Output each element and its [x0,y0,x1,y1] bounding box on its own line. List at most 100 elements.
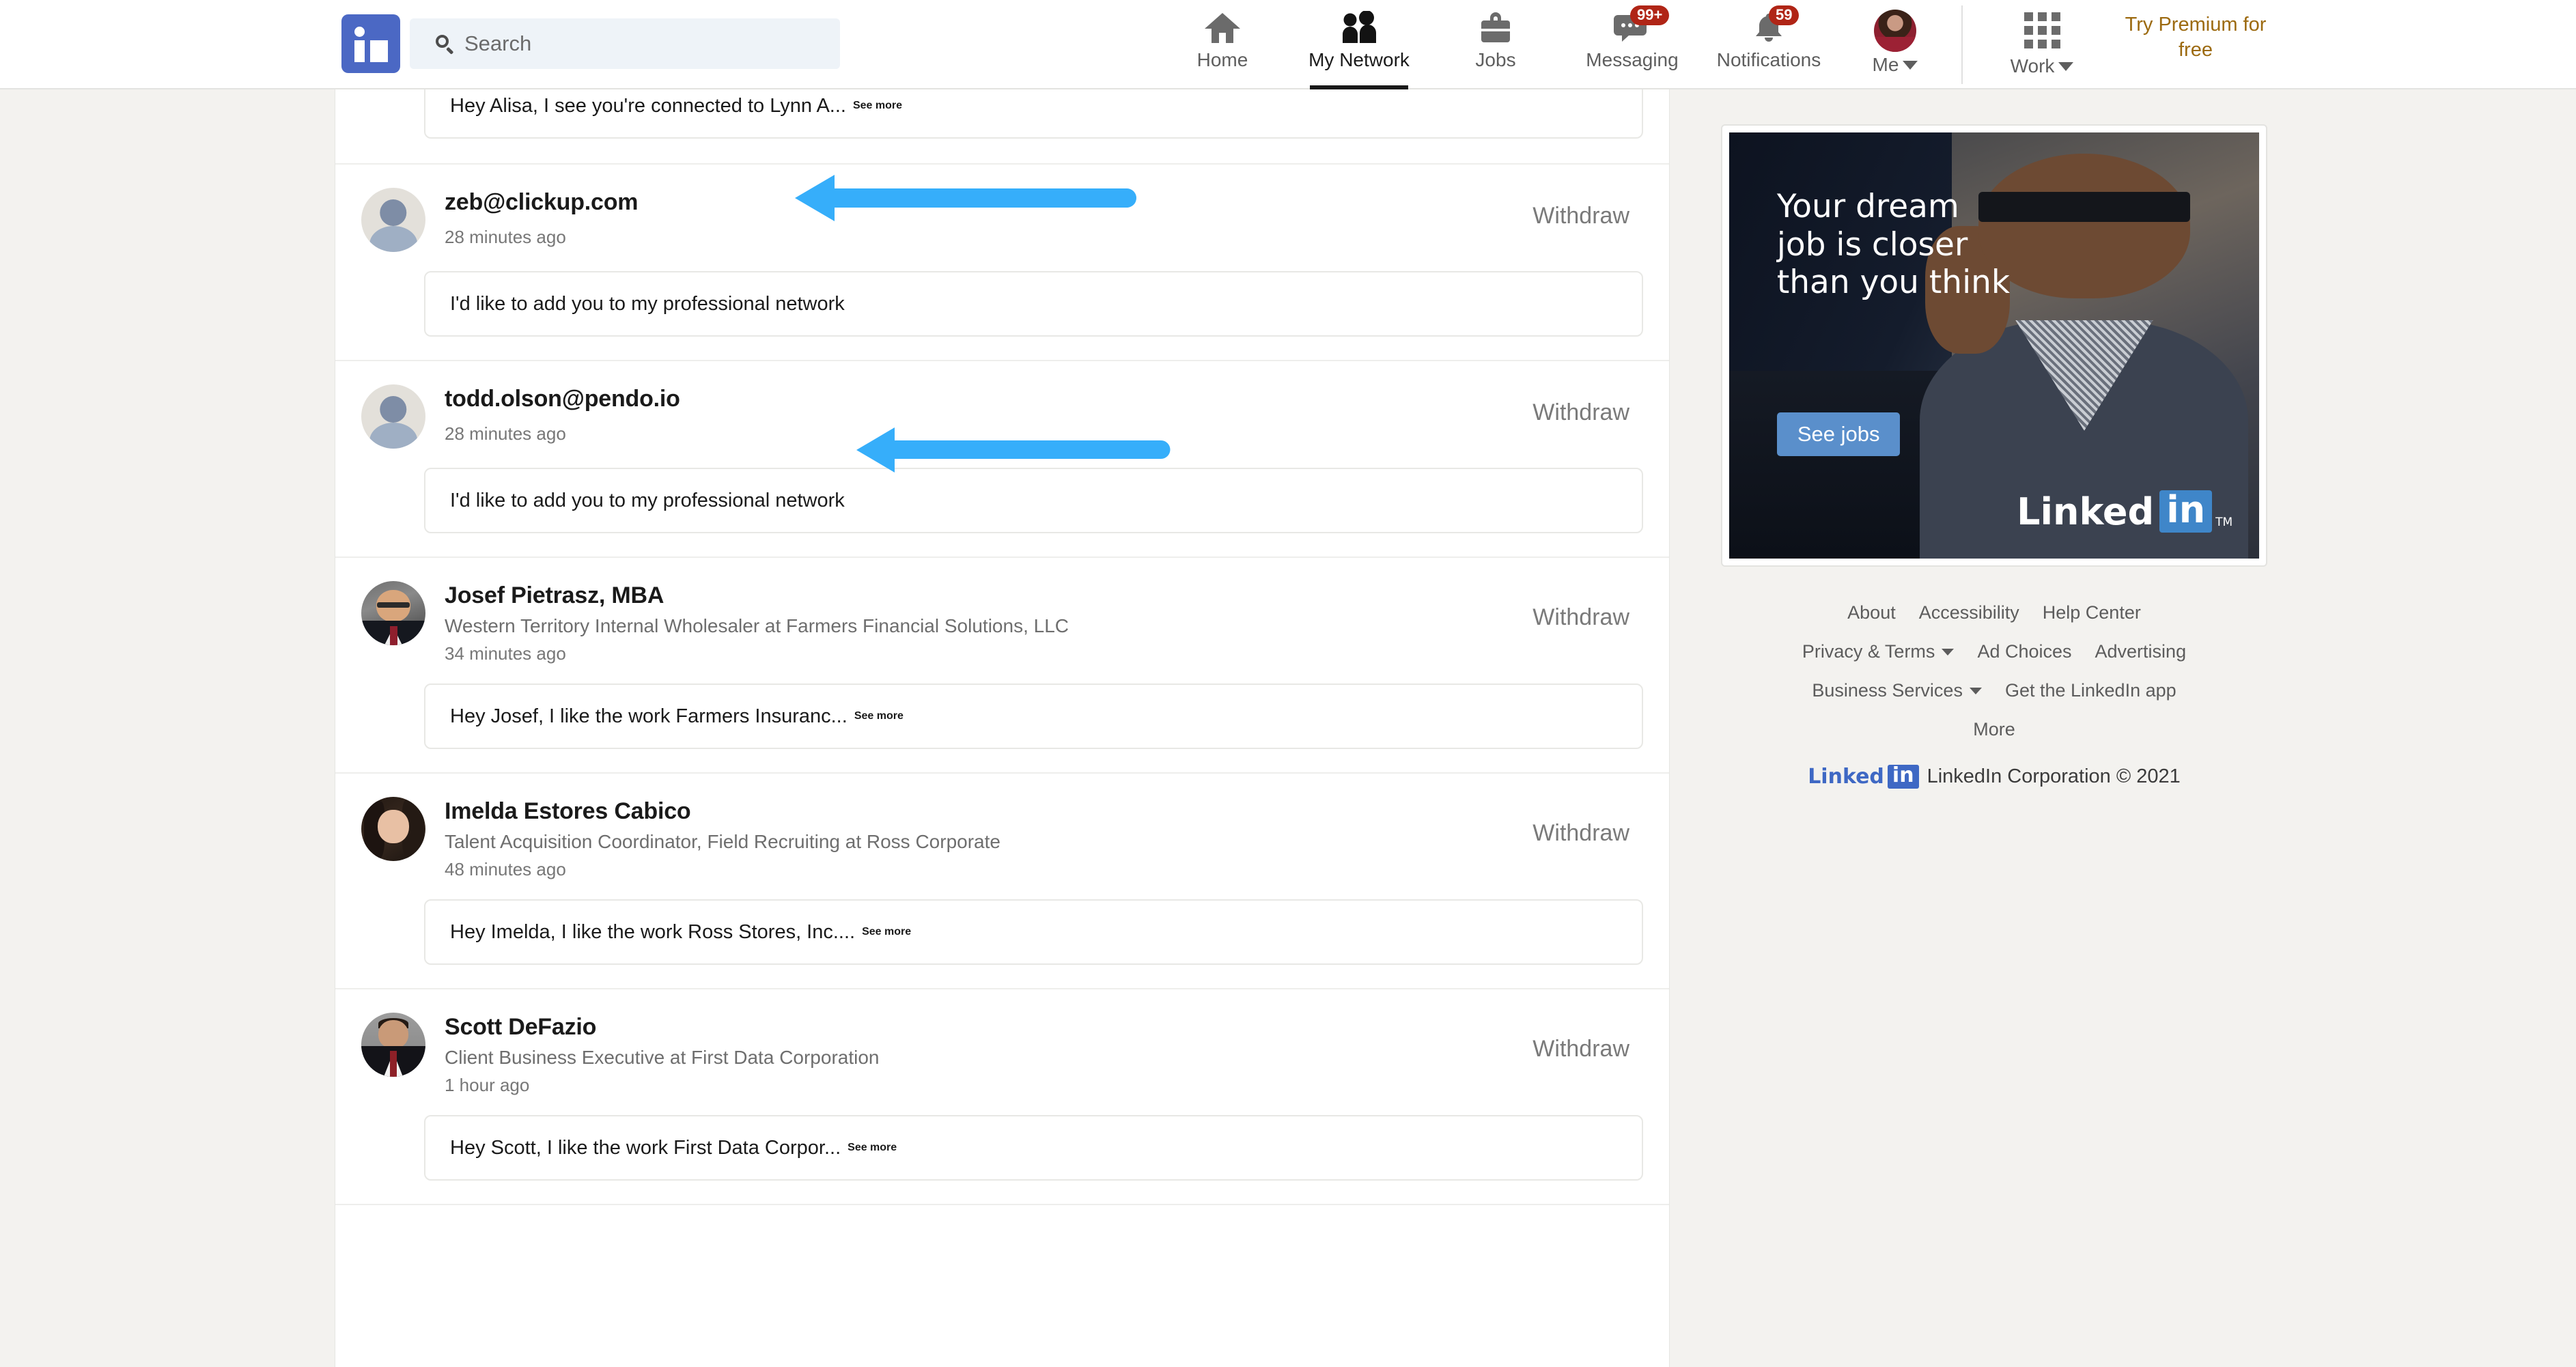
invitation-message-text: Hey Scott, I like the work First Data Co… [450,1136,841,1159]
invitation-message-text: I'd like to add you to my professional n… [450,292,845,315]
invitation-name[interactable]: zeb@clickup.com [445,189,1669,216]
nav-item-jobs[interactable]: Jobs [1427,0,1564,89]
placeholder-avatar-icon[interactable] [361,384,425,449]
invitation-card: todd.olson@pendo.io 28 minutes ago Withd… [335,361,1669,558]
invitation-name[interactable]: todd.olson@pendo.io [445,386,1669,412]
footer-row-3: Business Services Get the LinkedIn app [1721,680,2267,701]
withdraw-button[interactable]: Withdraw [1532,604,1629,631]
footer-link-more[interactable]: More [1973,719,2015,740]
nav-item-home[interactable]: Home [1154,0,1291,89]
invitation-message-box[interactable]: Hey Josef, I like the work Farmers Insur… [424,684,1643,749]
invitation-details: Scott DeFazio Client Business Executive … [445,1013,1669,1096]
messaging-icon: 99+ [1612,5,1670,46]
linkedin-logo-icon[interactable] [341,14,400,73]
invitation-headline: Client Business Executive at First Data … [445,1047,880,1068]
work-label: Work [2010,55,2055,76]
nav-label-notifications: Notifications [1716,49,1821,70]
footer-row-1: About Accessibility Help Center [1721,602,2267,623]
withdraw-button[interactable]: Withdraw [1532,820,1629,847]
nav-label-my-network: My Network [1308,49,1410,70]
me-menu[interactable]: Me [1837,10,1953,76]
ad-image: Your dream job is closer than you think … [1729,132,2259,559]
invitation-details: Imelda Estores Cabico Talent Acquisition… [445,797,1669,880]
invitation-time: 28 minutes ago [445,423,566,444]
footer-copyright-text: LinkedIn Corporation © 2021 [1927,765,2181,787]
footer-link-business-services-label: Business Services [1812,680,1963,701]
footer-link-privacy-terms[interactable]: Privacy & Terms [1802,641,1955,662]
profile-photo-avatar[interactable] [361,1013,425,1077]
grid-icon [2024,12,2060,48]
ad-logo-tm: TM [2215,515,2233,529]
invitation-card-partial: Hey Alisa, I see you're connected to Lyn… [335,89,1669,165]
invitation-header: Josef Pietrasz, MBA Western Territory In… [335,558,1669,664]
me-label-group: Me [1873,54,1918,76]
withdraw-button[interactable]: Withdraw [1532,1036,1629,1062]
invitation-message-box[interactable]: Hey Imelda, I like the work Ross Stores,… [424,899,1643,965]
invitation-name[interactable]: Scott DeFazio [445,1014,1669,1041]
nav-item-notifications[interactable]: 59 Notifications [1700,0,1837,89]
nav-item-messaging[interactable]: 99+ Messaging [1564,0,1700,89]
footer-link-accessibility[interactable]: Accessibility [1919,602,2019,623]
invitation-message-text: Hey Alisa, I see you're connected to Lyn… [450,94,846,117]
work-menu[interactable]: Work [1980,12,2103,77]
withdraw-button[interactable]: Withdraw [1532,399,1629,426]
see-more-link[interactable]: See more [853,100,902,112]
withdraw-button[interactable]: Withdraw [1532,203,1629,229]
right-rail: Your dream job is closer than you think … [1721,89,2281,789]
footer-link-business-services[interactable]: Business Services [1812,680,1982,701]
site-footer: About Accessibility Help Center Privacy … [1721,602,2267,789]
footer-linkedin-logo: Linked in [1808,765,1919,789]
footer-link-help-center[interactable]: Help Center [2043,602,2141,623]
footer-link-advertising[interactable]: Advertising [2095,641,2187,662]
ad-headline: Your dream job is closer than you think [1776,188,2011,302]
chevron-down-icon [1942,648,1955,656]
chevron-down-icon [2058,61,2074,71]
invitation-card: zeb@clickup.com 28 minutes ago Withdraw … [335,165,1669,361]
footer-link-ad-choices[interactable]: Ad Choices [1977,641,2071,662]
invitation-card: Imelda Estores Cabico Talent Acquisition… [335,774,1669,989]
messaging-badge: 99+ [1630,5,1670,25]
invitation-name[interactable]: Imelda Estores Cabico [445,798,1669,825]
footer-row-4: More [1721,719,2267,740]
invitation-message-box[interactable]: Hey Scott, I like the work First Data Co… [424,1115,1643,1181]
profile-photo-avatar[interactable] [361,581,425,645]
invitation-details: todd.olson@pendo.io 28 minutes ago [445,384,1669,449]
invitation-header: todd.olson@pendo.io 28 minutes ago Withd… [335,361,1669,449]
footer-link-about[interactable]: About [1847,602,1896,623]
invitation-message-text: Hey Josef, I like the work Farmers Insur… [450,705,848,727]
global-header: Search Home My Network Jobs 99+ Messagin… [0,0,2576,89]
search-input[interactable]: Search [410,18,840,69]
see-jobs-button[interactable]: See jobs [1776,412,1901,457]
see-more-link[interactable]: See more [854,710,904,722]
nav-label-jobs: Jobs [1475,49,1516,70]
invitation-time: 34 minutes ago [445,643,566,664]
invitation-name[interactable]: Josef Pietrasz, MBA [445,582,1669,609]
invitations-feed: Hey Alisa, I see you're connected to Lyn… [335,89,1670,1367]
see-more-link[interactable]: See more [862,926,911,938]
advertisement-card[interactable]: Your dream job is closer than you think … [1721,124,2267,567]
invitation-message-text: Hey Imelda, I like the work Ross Stores,… [450,920,856,943]
invitation-message-box[interactable]: I'd like to add you to my professional n… [424,271,1643,337]
invitation-message-text: I'd like to add you to my professional n… [450,489,845,511]
invitation-header: zeb@clickup.com 28 minutes ago Withdraw [335,165,1669,252]
invitation-card: Scott DeFazio Client Business Executive … [335,989,1669,1205]
footer-link-get-the-app[interactable]: Get the LinkedIn app [2005,680,2176,701]
search-placeholder: Search [464,31,532,55]
me-label: Me [1872,54,1899,75]
partial-message-region: Hey Alisa, I see you're connected to Lyn… [335,89,1669,163]
placeholder-avatar-icon[interactable] [361,188,425,252]
try-premium-link[interactable]: Try Premium for free [2110,12,2281,63]
ad-head-shape [1978,154,2191,299]
chevron-down-icon [1969,687,1982,694]
see-more-link[interactable]: See more [848,1142,897,1154]
invitation-message-box[interactable]: Hey Alisa, I see you're connected to Lyn… [424,89,1643,139]
glasses-icon [1978,192,2191,223]
header-left-group: Search [341,14,840,73]
jobs-icon [1477,10,1514,46]
primary-nav: Home My Network Jobs 99+ Messaging 59 No… [1154,0,1837,89]
nav-item-my-network[interactable]: My Network [1291,0,1427,89]
ad-logo-in: in [2159,490,2213,533]
invitation-card: Josef Pietrasz, MBA Western Territory In… [335,558,1669,774]
profile-photo-avatar[interactable] [361,797,425,861]
invitation-message-box[interactable]: I'd like to add you to my professional n… [424,468,1643,533]
